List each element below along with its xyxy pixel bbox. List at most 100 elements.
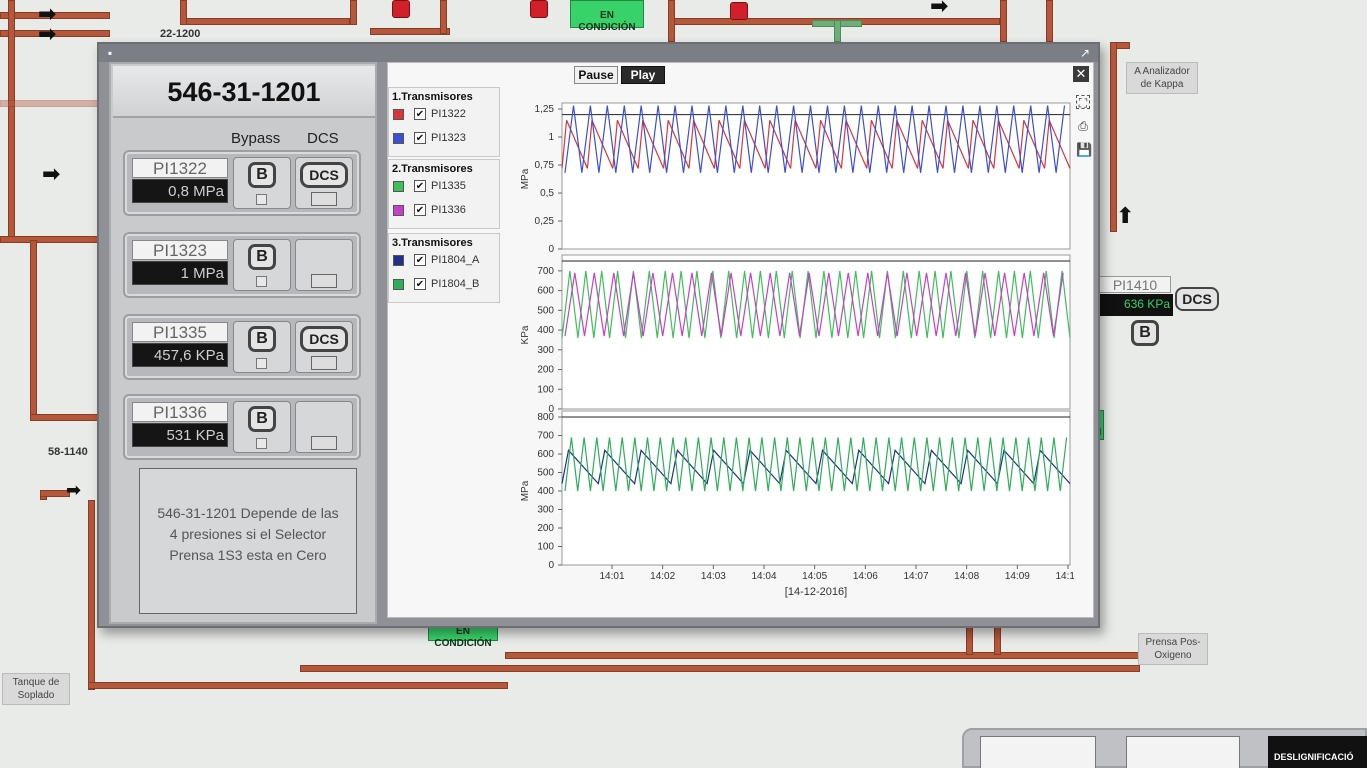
transmitter-panel: 546-31-1201 Bypass DCS PI1322 0,8 MPa B … bbox=[109, 62, 377, 624]
x-tick-label: 14:02 bbox=[650, 571, 675, 582]
pause-button[interactable]: Pause bbox=[574, 66, 618, 84]
legend: 1.Transmisores ✔ PI1322 ✔ PI1323 2.Trans… bbox=[388, 87, 500, 305]
valve-icon[interactable] bbox=[530, 0, 548, 18]
valve-icon[interactable] bbox=[730, 2, 748, 20]
legend-swatch bbox=[393, 279, 404, 290]
prensa-label[interactable]: Prensa Pos-Oxigeno bbox=[1138, 633, 1208, 665]
x-tick-label: 14:06 bbox=[853, 571, 878, 582]
legend-swatch bbox=[393, 133, 404, 144]
resize-icon[interactable]: ↗ bbox=[1078, 46, 1092, 60]
legend-checkbox[interactable]: ✔ bbox=[414, 204, 426, 216]
legend-checkbox[interactable]: ✔ bbox=[414, 132, 426, 144]
plot-area bbox=[561, 410, 1071, 566]
y-tick-label: 400 bbox=[537, 325, 554, 336]
y-tick-label: 0,5 bbox=[540, 188, 554, 199]
legend-swatch bbox=[393, 205, 404, 216]
bypass-b-icon: B bbox=[248, 406, 276, 432]
trend-panel: Pause Play ✕ ⛶ ⎙ 💾 1.Transmisores ✔ PI13… bbox=[387, 62, 1094, 618]
bypass-button[interactable]: B bbox=[233, 401, 291, 453]
thumbnail-label: DESLIGNIFICACIÓ bbox=[1274, 752, 1354, 762]
y-tick-label: 200 bbox=[537, 365, 554, 376]
y-tick-label: 500 bbox=[537, 468, 554, 479]
y-tick-label: 1,25 bbox=[535, 104, 555, 115]
bypass-checkbox[interactable] bbox=[256, 358, 267, 369]
dependency-note: 546-31-1201 Depende de las 4 presiones s… bbox=[139, 468, 357, 614]
thumbnail-schematic[interactable] bbox=[1126, 736, 1240, 768]
transmitter-value: 1 MPa bbox=[132, 261, 228, 285]
y-tick-label: 300 bbox=[537, 345, 554, 356]
legend-checkbox[interactable]: ✔ bbox=[414, 108, 426, 120]
thumbnail-bar: DESLIGNIFICACIÓ bbox=[962, 728, 1367, 768]
close-icon[interactable]: ✕ bbox=[1073, 66, 1089, 82]
dcs-indicator bbox=[311, 274, 337, 288]
legend-group-title: 1.Transmisores bbox=[392, 91, 473, 103]
legend-name: PI1804_A bbox=[431, 254, 480, 266]
x-tick-label: 14:08 bbox=[954, 571, 979, 582]
y-axis-label: MPa bbox=[520, 480, 531, 501]
arrow-right-icon: ➡ bbox=[66, 480, 82, 501]
legend-group-title: 2.Transmisores bbox=[392, 163, 473, 175]
bypass-column-header: Bypass bbox=[231, 130, 281, 147]
bypass-checkbox[interactable] bbox=[256, 276, 267, 287]
bypass-checkbox[interactable] bbox=[256, 194, 267, 205]
pi1410-dcs-button[interactable]: DCS bbox=[1175, 287, 1219, 311]
play-button[interactable]: Play bbox=[621, 66, 665, 84]
transmitter-value: 457,6 KPa bbox=[132, 343, 228, 367]
thumbnail-schematic[interactable] bbox=[980, 736, 1096, 768]
bypass-checkbox[interactable] bbox=[256, 438, 267, 449]
transmitter-row-pi1322: PI1322 0,8 MPa B DCS bbox=[123, 150, 361, 216]
x-axis-title: [14-12-2016] bbox=[785, 586, 847, 598]
trend-chart: 0 0,25 0,5 0,75 1 1,25 MPa 0 100 200 300 400 500 600 7… bbox=[520, 102, 1074, 598]
thumbnail-deslignificacion[interactable]: DESLIGNIFICACIÓ bbox=[1268, 736, 1367, 768]
y-axis-label: KPa bbox=[520, 325, 531, 344]
bypass-button[interactable]: B bbox=[233, 321, 291, 373]
bypass-button[interactable]: B bbox=[233, 157, 291, 209]
legend-checkbox[interactable]: ✔ bbox=[414, 180, 426, 192]
transmitter-value: 0,8 MPa bbox=[132, 179, 228, 203]
transmitter-tag: PI1323 bbox=[132, 240, 228, 260]
legend-checkbox[interactable]: ✔ bbox=[414, 254, 426, 266]
y-tick-label: 400 bbox=[537, 486, 554, 497]
tanque-text: Tanque de Soplado bbox=[12, 677, 60, 701]
bypass-button[interactable]: B bbox=[233, 239, 291, 291]
save-icon[interactable]: 💾 bbox=[1076, 143, 1092, 157]
dcs-button[interactable]: DCS bbox=[295, 157, 353, 209]
dcs-button[interactable] bbox=[295, 401, 353, 453]
popup-titlebar[interactable]: ▪ ↗ bbox=[99, 44, 1098, 62]
arrow-right-icon: ➡ bbox=[930, 0, 949, 19]
tag-label: 58-1140 bbox=[48, 446, 88, 458]
y-tick-label: 800 bbox=[537, 412, 554, 423]
transmitter-tag: PI1335 bbox=[132, 322, 228, 342]
pi1410-bypass-button[interactable]: B bbox=[1131, 320, 1159, 346]
x-tick-label: 14:01 bbox=[599, 571, 624, 582]
bypass-b-icon: B bbox=[248, 162, 276, 188]
analizador-label[interactable]: A Analizador de Kappa bbox=[1126, 62, 1198, 94]
legend-swatch bbox=[393, 181, 404, 192]
window-menu-icon[interactable]: ▪ bbox=[103, 46, 117, 60]
tanque-label[interactable]: Tanque de Soplado bbox=[2, 673, 70, 705]
y-tick-label: 100 bbox=[537, 542, 554, 553]
dcs-column-header: DCS bbox=[307, 130, 339, 147]
arrow-right-icon: ➡ bbox=[38, 22, 57, 47]
transmitter-value: 531 KPa bbox=[132, 423, 228, 447]
x-tick-label: 14:10 bbox=[1055, 571, 1074, 582]
dcs-button[interactable]: DCS bbox=[295, 321, 353, 373]
y-tick-label: 0 bbox=[548, 560, 554, 571]
valve-icon[interactable] bbox=[392, 0, 410, 18]
print-icon[interactable]: ⎙ bbox=[1076, 119, 1090, 133]
y-tick-label: 0,75 bbox=[535, 160, 555, 171]
y-axis-label: MPa bbox=[520, 168, 531, 189]
analizador-text: A Analizador de Kappa bbox=[1134, 66, 1190, 90]
pi1410-value: 636 KPa bbox=[1097, 294, 1173, 316]
transmitter-row-pi1335: PI1335 457,6 KPa B DCS bbox=[123, 314, 361, 380]
legend-group-3: 3.Transmisores ✔ PI1804_A ✔ PI1804_B bbox=[388, 233, 500, 303]
y-tick-label: 200 bbox=[537, 523, 554, 534]
arrow-right-icon: ➡ bbox=[42, 162, 61, 187]
dcs-button[interactable] bbox=[295, 239, 353, 291]
legend-name: PI1336 bbox=[431, 204, 466, 216]
transmitter-tag: PI1336 bbox=[132, 402, 228, 422]
bypass-b-icon: B bbox=[248, 244, 276, 270]
y-tick-label: 300 bbox=[537, 505, 554, 516]
legend-checkbox[interactable]: ✔ bbox=[414, 278, 426, 290]
fit-view-icon[interactable]: ⛶ bbox=[1076, 95, 1090, 110]
